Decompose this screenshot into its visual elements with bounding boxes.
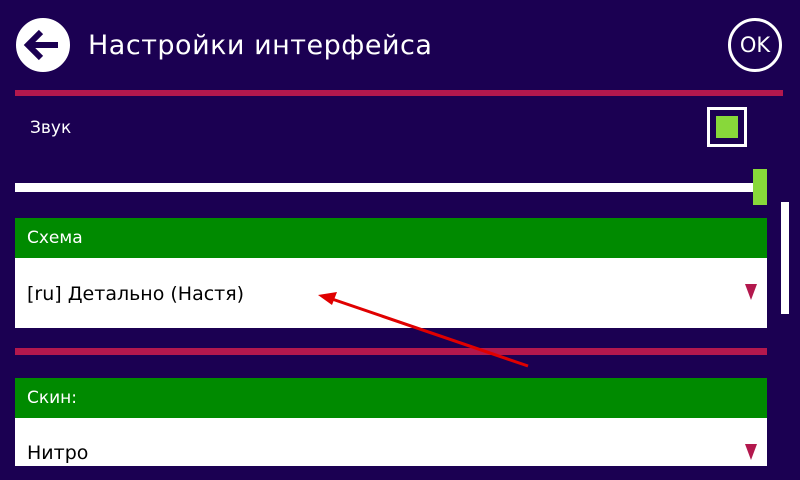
skin-dropdown[interactable]: Нитро	[15, 418, 767, 466]
scheme-header: Схема	[15, 218, 767, 258]
volume-slider[interactable]	[15, 169, 767, 205]
scheme-section: Схема [ru] Детально (Настя)	[15, 218, 767, 328]
scheme-dropdown[interactable]: [ru] Детально (Настя)	[15, 258, 767, 328]
volume-slider-thumb[interactable]	[753, 169, 767, 205]
scrollbar[interactable]	[781, 202, 789, 314]
sound-checkbox[interactable]	[707, 107, 747, 147]
section-divider	[15, 348, 767, 355]
skin-selected-value: Нитро	[27, 442, 89, 464]
checkbox-check-icon	[716, 116, 738, 138]
sound-label: Звук	[30, 118, 72, 138]
back-button[interactable]	[16, 18, 70, 72]
scheme-selected-value: [ru] Детально (Настя)	[27, 283, 245, 305]
dropdown-arrow-icon	[745, 284, 757, 300]
ok-button[interactable]: OK	[728, 18, 782, 72]
interface-settings-screen: Настройки интерфейса OK Звук Схема [ru] …	[0, 0, 800, 480]
volume-slider-track	[15, 183, 767, 192]
skin-header: Скин:	[15, 378, 767, 418]
dropdown-arrow-icon	[745, 444, 757, 460]
page-title: Настройки интерфейса	[88, 30, 433, 61]
header-divider	[15, 90, 783, 96]
skin-section: Скин: Нитро	[15, 378, 767, 466]
arrow-left-icon	[19, 21, 67, 69]
